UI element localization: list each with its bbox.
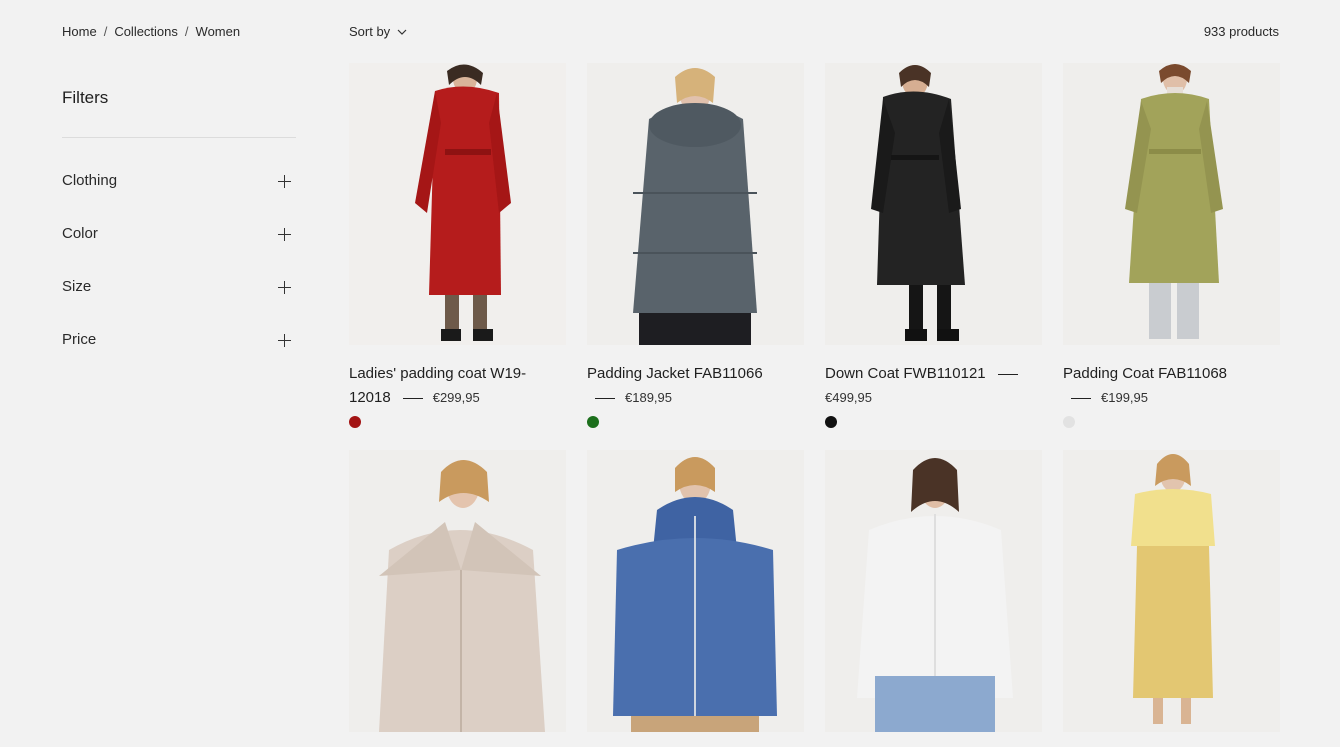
breadcrumb-collections-link[interactable]: Collections <box>114 24 178 39</box>
filter-label: Size <box>62 278 92 295</box>
sort-dropdown[interactable]: Sort by <box>349 24 408 39</box>
product-card[interactable] <box>1063 450 1280 732</box>
product-title[interactable]: Padding Coat FAB11068 <box>1063 365 1227 382</box>
filter-label: Color <box>62 225 98 242</box>
filter-list: Clothing Color Size Price <box>62 162 296 374</box>
breadcrumb-women-link[interactable]: Women <box>196 24 241 39</box>
product-card[interactable] <box>349 450 566 732</box>
product-info: Padding Jacket FAB11066 €189,95 <box>587 362 804 410</box>
color-swatch[interactable] <box>587 416 599 428</box>
product-price: €189,95 <box>625 390 672 405</box>
plus-icon[interactable] <box>278 334 291 347</box>
filter-size[interactable]: Size <box>62 268 296 321</box>
product-image[interactable] <box>1063 63 1280 345</box>
product-image[interactable] <box>587 450 804 732</box>
product-price: €499,95 <box>825 390 872 405</box>
filter-price[interactable]: Price <box>62 321 296 374</box>
filter-clothing[interactable]: Clothing <box>62 162 296 215</box>
filters-divider <box>62 137 296 138</box>
breadcrumb: Home / Collections / Women <box>62 24 240 39</box>
price-separator <box>1071 397 1091 399</box>
product-card[interactable] <box>825 450 1042 732</box>
product-card[interactable]: Padding Jacket FAB11066 €189,95 <box>587 63 804 428</box>
product-card[interactable] <box>587 450 804 732</box>
chevron-down-icon <box>397 29 407 35</box>
product-card[interactable]: Padding Coat FAB11068 €199,95 <box>1063 63 1280 428</box>
product-image[interactable] <box>349 63 566 345</box>
product-count: 933 products <box>1203 24 1279 39</box>
garment-shape <box>1133 546 1213 698</box>
product-price: €199,95 <box>1101 390 1148 405</box>
filter-color[interactable]: Color <box>62 215 296 268</box>
plus-icon[interactable] <box>278 228 291 241</box>
product-title[interactable]: Down Coat FWB110121 <box>825 365 986 382</box>
product-price: €299,95 <box>432 390 480 405</box>
product-card[interactable]: Down Coat FWB110121 €499,95 <box>825 63 1042 428</box>
product-image[interactable] <box>587 63 804 345</box>
price-separator <box>595 397 615 399</box>
breadcrumb-home-link[interactable]: Home <box>62 24 97 39</box>
product-info: Padding Coat FAB11068 €199,95 <box>1063 362 1280 410</box>
product-card[interactable]: Ladies' padding coat W19-12018 €299,95 <box>349 63 566 428</box>
product-info: Ladies' padding coat W19-12018 €299,95 <box>349 362 566 410</box>
product-image[interactable] <box>825 450 1042 732</box>
color-swatch[interactable] <box>349 416 361 428</box>
product-listing-page: Home / Collections / Women Sort by 933 p… <box>0 0 1340 747</box>
plus-icon[interactable] <box>278 175 291 188</box>
product-image[interactable] <box>349 450 566 732</box>
color-swatch[interactable] <box>825 416 837 428</box>
plus-icon[interactable] <box>278 281 291 294</box>
product-image[interactable] <box>1063 450 1280 732</box>
filter-label: Price <box>62 331 97 348</box>
product-title[interactable]: Padding Jacket FAB11066 <box>587 365 763 382</box>
price-separator <box>402 397 423 399</box>
price-separator <box>997 373 1018 375</box>
color-swatch[interactable] <box>1063 416 1075 428</box>
filter-label: Clothing <box>62 172 118 189</box>
sort-label: Sort by <box>349 24 391 39</box>
product-image[interactable] <box>825 63 1042 345</box>
breadcrumb-separator: / <box>103 24 108 39</box>
breadcrumb-separator: / <box>184 24 189 39</box>
filters-heading: Filters <box>62 88 109 107</box>
product-info: Down Coat FWB110121 €499,95 <box>825 362 1042 410</box>
